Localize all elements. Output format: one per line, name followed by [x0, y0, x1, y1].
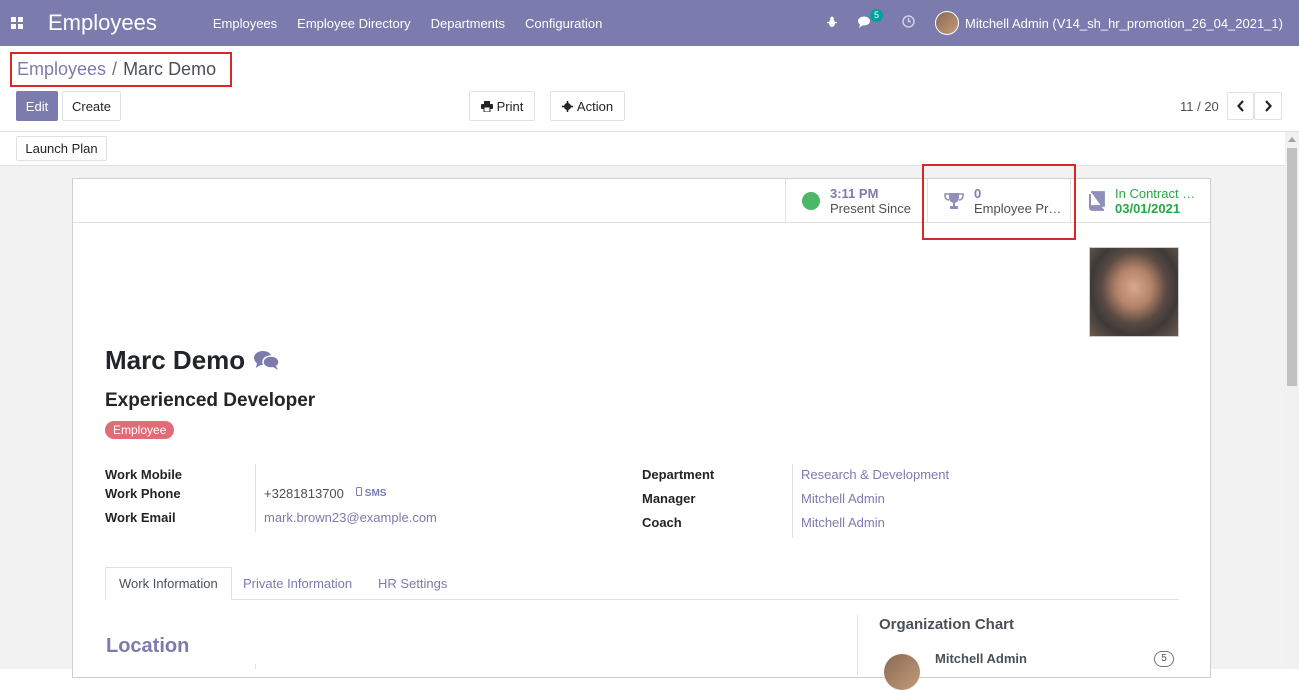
presence-stat-button[interactable]: 3:11 PM Present Since: [785, 179, 927, 223]
sms-label: SMS: [364, 488, 387, 499]
department-label: Department: [642, 467, 715, 482]
printer-icon: [480, 100, 493, 112]
tab-private-information[interactable]: Private Information: [230, 567, 365, 600]
org-manager-name[interactable]: Mitchell Admin: [935, 651, 1027, 666]
employee-tag[interactable]: Employee: [105, 421, 175, 439]
menu-item-employee-directory[interactable]: Employee Directory: [287, 16, 420, 31]
print-label: Print: [496, 98, 524, 114]
pager-next-button[interactable]: [1254, 92, 1282, 120]
location-section-title: Location: [106, 635, 190, 657]
sms-link[interactable]: SMS: [356, 487, 386, 499]
chevron-right-icon: [1264, 100, 1272, 112]
org-manager-count-badge[interactable]: 5: [1154, 651, 1174, 667]
messages-badge: 5: [869, 8, 883, 22]
work-phone-value[interactable]: +3281813700: [264, 486, 344, 501]
form-sheet: 3:11 PM Present Since 0 Employee Pr… In …: [72, 178, 1211, 678]
menu-item-departments[interactable]: Departments: [421, 16, 515, 31]
action-button[interactable]: Action: [550, 91, 625, 121]
breadcrumb-separator: /: [112, 59, 118, 79]
work-phone-label: Work Phone: [105, 486, 181, 501]
org-chart-divider: [857, 615, 858, 675]
menu-item-employees[interactable]: Employees: [203, 16, 287, 31]
book-icon: [1087, 191, 1105, 211]
presence-time: 3:11 PM: [830, 186, 879, 201]
pager-previous-button[interactable]: [1227, 92, 1254, 120]
location-field-divider: [255, 664, 256, 669]
app-title: Employees: [48, 10, 157, 35]
debug-bug-icon[interactable]: [826, 16, 838, 31]
breadcrumb: Employees / Marc Demo: [10, 52, 232, 87]
pager-value[interactable]: 11 / 20: [1180, 99, 1219, 114]
work-email-label: Work Email: [105, 510, 176, 525]
job-title: Experienced Developer: [105, 390, 316, 411]
print-button[interactable]: Print: [469, 91, 535, 121]
systray: 5 Mitchell Admin (V14_sh_hr_promotion_26…: [816, 0, 1299, 46]
scroll-up-arrow-icon[interactable]: [1288, 137, 1296, 142]
org-chart-title: Organization Chart: [879, 616, 1015, 633]
mobile-icon: [356, 487, 362, 496]
breadcrumb-employees-link[interactable]: Employees: [17, 59, 106, 80]
top-navbar: Employees Employees Employee Directory D…: [0, 0, 1299, 46]
coach-label: Coach: [642, 515, 682, 530]
contract-status: In Contract …: [1115, 186, 1196, 201]
manager-value[interactable]: Mitchell Admin: [801, 491, 885, 506]
left-field-divider: [255, 464, 256, 532]
presence-status-icon: [802, 192, 820, 210]
menu-item-configuration[interactable]: Configuration: [515, 16, 612, 31]
work-mobile-label: Work Mobile: [105, 467, 183, 482]
chat-bubbles-icon[interactable]: [254, 350, 280, 373]
contract-date: 03/01/2021: [1115, 201, 1181, 216]
work-email-value[interactable]: mark.brown23@example.com: [264, 510, 437, 525]
chevron-left-icon: [1236, 100, 1245, 112]
action-label: Action: [576, 98, 614, 114]
coach-value[interactable]: Mitchell Admin: [801, 515, 885, 530]
breadcrumb-current: Marc Demo: [123, 59, 217, 79]
gear-icon: [561, 100, 573, 112]
launch-plan-button[interactable]: Launch Plan: [16, 136, 107, 161]
user-avatar[interactable]: [935, 11, 959, 35]
department-value[interactable]: Research & Development: [801, 467, 949, 482]
form-tabs: Work Information Private Information HR …: [105, 567, 1179, 600]
right-field-divider: [792, 464, 793, 538]
org-manager-avatar[interactable]: [884, 654, 920, 690]
create-button[interactable]: Create: [62, 91, 121, 121]
manager-label: Manager: [642, 491, 696, 506]
employee-name: Marc Demo: [105, 345, 246, 375]
contract-stat-button[interactable]: In Contract … 03/01/2021: [1070, 179, 1211, 223]
edit-button[interactable]: Edit: [16, 91, 58, 121]
tab-hr-settings[interactable]: HR Settings: [365, 567, 460, 600]
activity-clock-icon[interactable]: [902, 15, 915, 31]
toolbar-divider: [0, 131, 1299, 132]
promotion-highlight: [922, 164, 1076, 240]
messages-icon[interactable]: 5: [858, 8, 883, 31]
scrollbar-thumb[interactable]: [1287, 148, 1297, 386]
presence-label: Present Since: [830, 201, 911, 216]
main-menu: Employees Employee Directory Departments…: [203, 16, 613, 31]
user-menu[interactable]: Mitchell Admin (V14_sh_hr_promotion_26_0…: [965, 16, 1283, 31]
apps-menu-icon[interactable]: [2, 0, 32, 46]
employee-photo[interactable]: [1089, 247, 1179, 337]
tab-work-information[interactable]: Work Information: [105, 567, 232, 600]
